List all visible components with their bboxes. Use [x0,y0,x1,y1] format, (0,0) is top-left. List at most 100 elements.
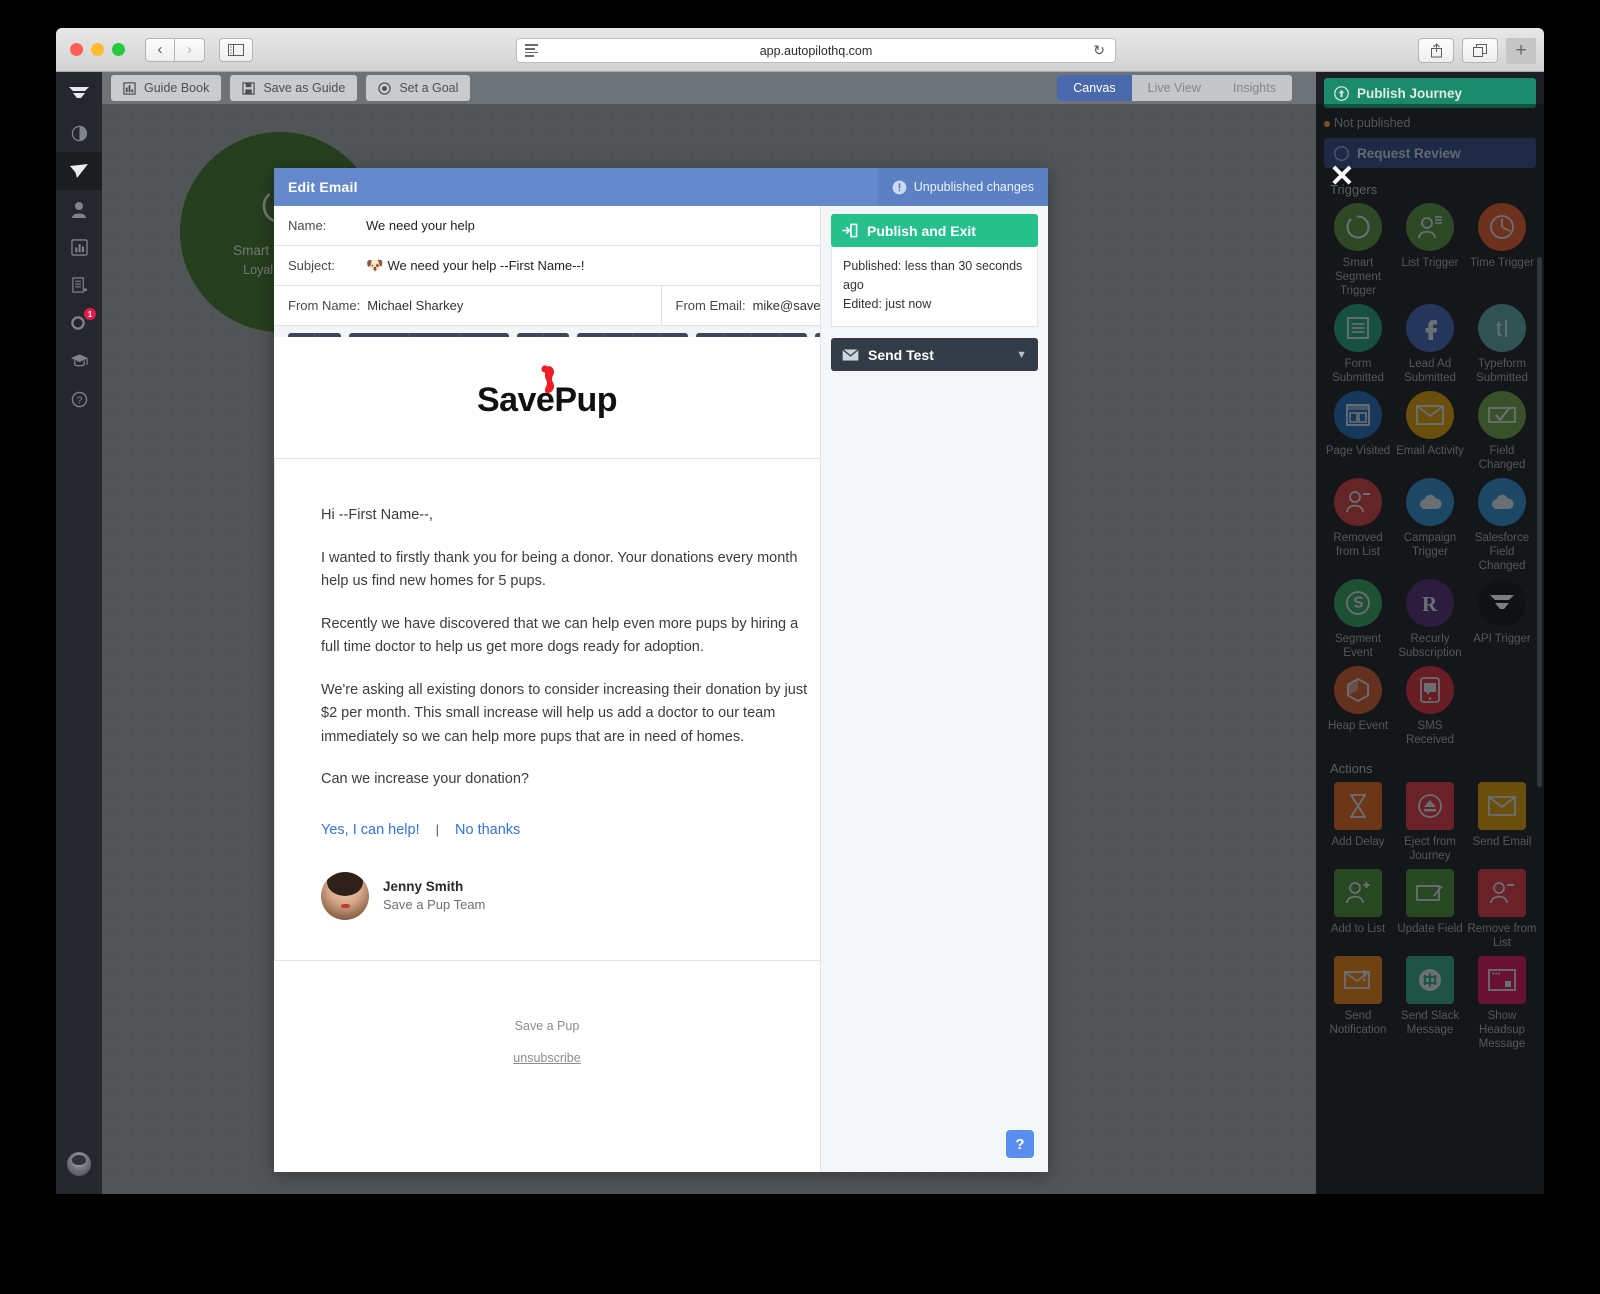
action-send-notification[interactable]: Send Notification [1322,956,1394,1051]
tab-live-view[interactable]: Live View [1132,75,1217,101]
publish-and-exit-button[interactable]: Publish and Exit [831,214,1038,247]
subject-input[interactable]: We need your help --First Name--! [387,258,584,273]
trigger-salesforce-field-changed[interactable]: Salesforce Field Changed [1466,478,1538,573]
publish-up-arrow-icon [1334,86,1349,101]
email-paragraph: I wanted to firstly thank you for being … [321,547,811,594]
trigger-segment-event[interactable]: Segment Event [1322,579,1394,660]
minimize-window-button[interactable] [91,43,104,56]
share-icon[interactable] [1418,38,1454,63]
set-a-goal-button[interactable]: Set a Goal [366,75,470,101]
browser-right-buttons[interactable] [1418,38,1498,63]
cta-yes-link[interactable]: Yes, I can help! [321,822,420,838]
email-cta-row[interactable]: Yes, I can help! | No thanks [321,822,811,838]
autopilot-logo-icon[interactable] [56,72,102,114]
sidebar-item-dashboard[interactable] [56,114,102,152]
action-add-to-list[interactable]: Add to List [1322,869,1394,950]
window-controls[interactable] [70,43,125,56]
actions-section-title: Actions [1316,747,1544,782]
name-input[interactable]: We need your help [366,218,475,233]
tab-insights[interactable]: Insights [1217,75,1292,101]
trigger-recurly-subscription[interactable]: RRecurly Subscription [1394,579,1466,660]
trigger-typeform-submitted[interactable]: tTypeform Submitted [1466,304,1538,385]
trigger-form-submitted[interactable]: Form Submitted [1322,304,1394,385]
sidebar-toggle-icon[interactable] [219,38,253,62]
trigger-api-trigger[interactable]: API Trigger [1466,579,1538,660]
cta-no-link[interactable]: No thanks [455,822,520,838]
heap-icon [1334,666,1382,714]
trigger-list-trigger[interactable]: List Trigger [1394,203,1466,298]
action-show-headsup-message[interactable]: Show Headsup Message [1466,956,1538,1051]
action-send-email[interactable]: Send Email [1466,782,1538,863]
sidebar-item-journeys[interactable] [56,152,102,190]
trigger-field-changed[interactable]: Field Changed [1466,391,1538,472]
add-to-list-icon [1334,869,1382,917]
smart-segment-trigger-icon [1334,203,1382,251]
send-test-button[interactable]: Send Test ▼ [831,338,1038,371]
new-tab-button[interactable]: + [1506,38,1536,64]
maximize-window-button[interactable] [112,43,125,56]
trigger-heap-event[interactable]: Heap Event [1322,666,1394,747]
unpublished-changes-badge: Unpublished changes [878,168,1048,206]
url-text: app.autopilothq.com [517,44,1115,58]
action-label: Remove from List [1466,922,1538,950]
jenny-smith-avatar [321,872,369,920]
panel-scrollbar[interactable] [1537,257,1542,787]
action-remove-from-list[interactable]: Remove from List [1466,869,1538,950]
sidebar-item-contacts[interactable] [56,190,102,228]
trigger-campaign-trigger[interactable]: Campaign Trigger [1394,478,1466,573]
action-update-field[interactable]: Update Field [1394,869,1466,950]
from-name-input[interactable]: Michael Sharkey [367,298,463,313]
show-tabs-icon[interactable] [1462,38,1498,63]
publish-journey-button[interactable]: Publish Journey [1324,78,1536,108]
email-paragraph: Recently we have discovered that we can … [321,613,811,660]
trigger-lead-ad-submitted[interactable]: Lead Ad Submitted [1394,304,1466,385]
tab-canvas[interactable]: Canvas [1057,75,1131,101]
trigger-smart-segment-trigger[interactable]: Smart Segment Trigger [1322,203,1394,298]
actions-grid[interactable]: Add DelayEject from JourneySend Email Add… [1316,782,1544,1051]
unsubscribe-link[interactable]: unsubscribe [513,1051,580,1065]
reload-icon[interactable]: ↻ [1093,42,1105,59]
trigger-sms-received[interactable]: SMS Received [1394,666,1466,747]
trigger-label: Recurly Subscription [1394,632,1466,660]
address-bar[interactable]: app.autopilothq.com ↻ [516,38,1116,63]
back-button[interactable]: ‹ [145,38,175,62]
nav-buttons[interactable]: ‹ › [145,38,205,62]
trigger-label: List Trigger [1394,256,1466,270]
action-send-slack-message[interactable]: Send Slack Message [1394,956,1466,1051]
email-footer: Save a Pup unsubscribe [274,1019,820,1067]
field-changed-icon [1478,391,1526,439]
publish-and-exit-label: Publish and Exit [867,223,976,239]
modal-header: Edit Email Unpublished changes [274,168,1048,206]
trigger-label: Email Activity [1394,444,1466,458]
guide-book-button[interactable]: Guide Book [111,75,221,101]
request-review-label: Request Review [1357,146,1461,161]
sidebar-item-reports[interactable] [56,228,102,266]
sidebar-item-lists[interactable] [56,266,102,304]
close-icon[interactable]: ✕ [1328,164,1356,192]
user-avatar[interactable] [67,1152,91,1176]
close-window-button[interactable] [70,43,83,56]
triggers-grid[interactable]: Smart Segment TriggerList TriggerTime Tr… [1316,203,1544,747]
from-name-cell[interactable]: From Name: Michael Sharkey [274,286,661,325]
forward-button[interactable]: › [175,38,205,62]
trigger-email-activity[interactable]: Email Activity [1394,391,1466,472]
action-add-delay[interactable]: Add Delay [1322,782,1394,863]
view-tabs[interactable]: Canvas Live View Insights [1057,75,1292,101]
sidebar-item-academy[interactable] [56,342,102,380]
sidebar-item-help[interactable]: ? [56,380,102,418]
trigger-time-trigger[interactable]: Time Trigger [1466,203,1538,298]
email-body-card[interactable]: Hi --First Name--, I wanted to firstly t… [274,458,820,961]
email-logo: SavePup [274,381,820,420]
trigger-page-visited[interactable]: Page Visited [1322,391,1394,472]
action-eject-from-journey[interactable]: Eject from Journey [1394,782,1466,863]
journey-elements-panel[interactable]: Publish Journey Not published Request Re… [1316,72,1544,1194]
save-as-guide-button[interactable]: Save as Guide [230,75,357,101]
reader-view-icon[interactable] [525,44,538,56]
chevron-down-icon[interactable]: ▼ [1016,349,1027,361]
hourglass-icon [1334,782,1382,830]
api-trigger-icon [1478,579,1526,627]
trigger-removed-from-list[interactable]: Removed from List [1322,478,1394,573]
sidebar-item-settings[interactable]: 1 [56,304,102,342]
help-button[interactable]: ? [1006,1130,1034,1158]
email-preview[interactable]: SavePup Hi --First Name--, I wanted to f… [274,337,820,1172]
